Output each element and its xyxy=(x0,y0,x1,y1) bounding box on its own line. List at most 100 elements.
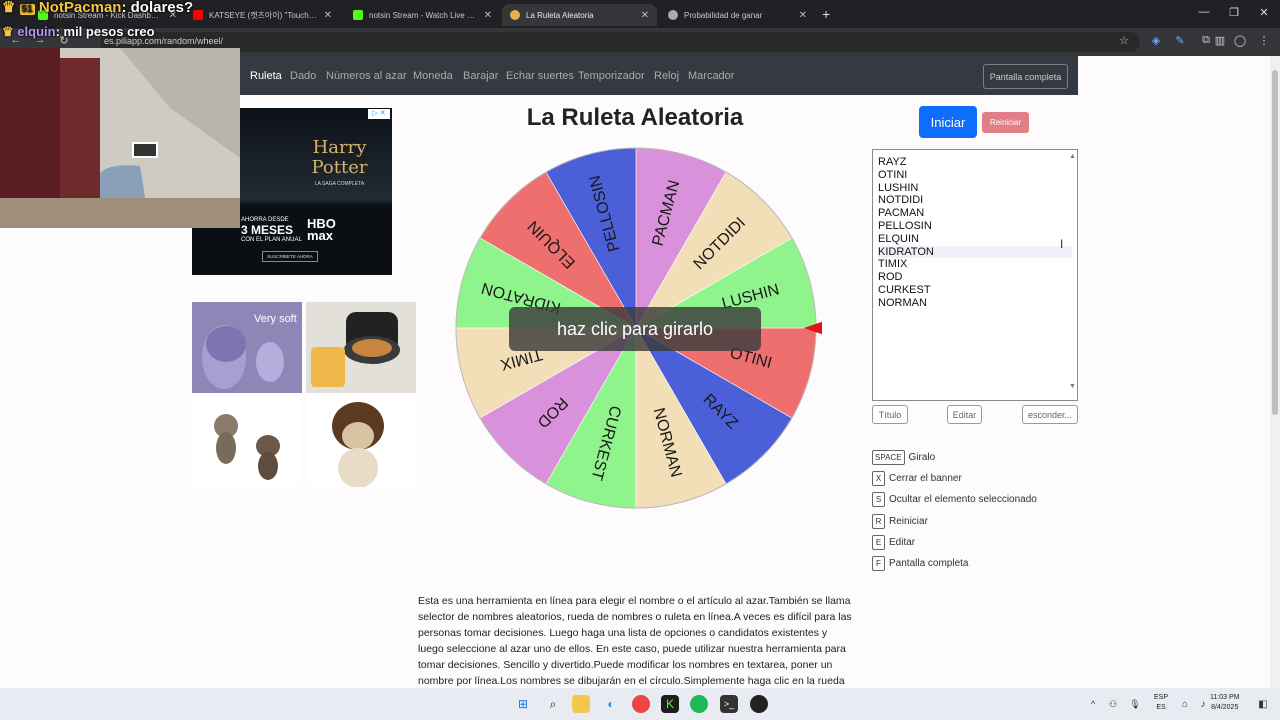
start-button[interactable]: Iniciar xyxy=(919,106,977,138)
input-language[interactable]: ESP ES xyxy=(1154,693,1168,713)
shortcut-s: S Ocultar el elemento seleccionado xyxy=(872,492,1037,507)
ad-cta-button[interactable]: SUSCRÍBETE AHORA xyxy=(262,251,318,262)
key-badge: R xyxy=(872,514,885,529)
page-scrollbar[interactable] xyxy=(1270,56,1280,688)
ad-choices-icon[interactable]: ▷ ✕ xyxy=(368,109,390,119)
nav-item-marcador[interactable]: Marcador xyxy=(688,70,734,82)
name-line: KIDRATON xyxy=(878,245,1072,259)
scrollbar-thumb[interactable] xyxy=(1272,70,1278,415)
restore-icon[interactable]: ❐ xyxy=(1224,6,1244,19)
fullscreen-button[interactable]: Pantalla completa xyxy=(983,64,1068,89)
shortcut-e: E Editar xyxy=(872,535,915,550)
close-icon[interactable]: ✕ xyxy=(324,10,332,21)
names-textarea[interactable]: RAYZ OTINI LUSHIN NOTDIDI PACMAN PELLOSI… xyxy=(872,149,1078,401)
kick-app-icon[interactable]: K xyxy=(661,695,679,713)
ad-tile-air-fryer[interactable] xyxy=(306,302,416,393)
key-badge: X xyxy=(872,471,885,486)
tray-chevron-icon[interactable]: ^ xyxy=(1084,695,1102,713)
address-bar[interactable]: es.piliapp.com/random/wheel/ xyxy=(100,32,1140,52)
edit-button[interactable]: Editar xyxy=(947,405,982,424)
shortcut-f: F Pantalla completa xyxy=(872,556,969,571)
tab-ruleta[interactable]: La Ruleta Aleatoria ✕ xyxy=(502,4,657,26)
nav-item-barajar[interactable]: Barajar xyxy=(463,70,498,82)
edge-icon[interactable]: ◐ xyxy=(602,695,620,713)
name-line: NORMAN xyxy=(878,296,927,309)
scroll-down-icon[interactable]: ▼ xyxy=(1069,381,1076,394)
ad-offer: AHORRA DESDE 3 MESES CON EL PLAN ANUAL xyxy=(241,216,305,244)
minimize-icon[interactable]: — xyxy=(1194,6,1214,18)
shortcut-label: Ocultar el elemento seleccionado xyxy=(889,494,1037,505)
ad-offer-big: 3 MESES xyxy=(241,223,294,237)
reset-button[interactable]: Reiniciar xyxy=(982,112,1029,133)
shortcut-label: Pantalla completa xyxy=(889,558,969,569)
tray-app-icon[interactable]: ⚇ xyxy=(1104,695,1122,713)
chat-text: dolares? xyxy=(130,0,194,16)
microphone-icon[interactable]: 🎙 xyxy=(1126,695,1144,713)
tab-label: KATSEYE (캣츠아이) "Touch" Official xyxy=(209,10,318,20)
ad-offer-suffix: CON EL PLAN ANUAL xyxy=(241,237,302,243)
name-line: CURKEST xyxy=(878,283,931,296)
clock[interactable]: 11:03 PM 8/4/2025 xyxy=(1210,693,1239,713)
tab-katseye[interactable]: KATSEYE (캣츠아이) "Touch" Official ✕ xyxy=(185,4,340,26)
chrome-icon[interactable] xyxy=(632,695,650,713)
kick-favicon-icon xyxy=(353,10,363,20)
spin-prompt-banner[interactable]: haz clic para girarlo xyxy=(509,307,761,351)
spotify-icon[interactable] xyxy=(690,695,708,713)
hide-button[interactable]: esconder... xyxy=(1022,405,1078,424)
close-icon[interactable]: ✕ xyxy=(799,10,807,21)
name-line: RAYZ xyxy=(878,156,907,168)
ad-tile-dancing-cats[interactable] xyxy=(192,396,302,487)
tab-probabilidad[interactable]: Probabilidad de ganar ✕ xyxy=(660,4,815,26)
terminal-icon[interactable]: >_ xyxy=(720,695,738,713)
file-explorer-icon[interactable] xyxy=(572,695,590,713)
nav-item-reloj[interactable]: Reloj xyxy=(654,70,679,82)
bookmark-star-icon[interactable]: ☆ xyxy=(1116,34,1132,47)
nav-item-ruleta[interactable]: Ruleta xyxy=(250,70,282,82)
name-line: PELLOSIN xyxy=(878,219,932,232)
name-line: ELQUIN xyxy=(878,232,919,245)
crown-icon: ♛ xyxy=(2,0,16,16)
tab-kick-watch[interactable]: notsin Stream - Watch Live on Kick ✕ xyxy=(345,4,500,26)
nav-item-moneda[interactable]: Moneda xyxy=(413,70,453,82)
tab-label: La Ruleta Aleatoria xyxy=(526,10,594,20)
nav-item-numeros[interactable]: Números al azar xyxy=(326,70,407,82)
clock-date: 8/4/2025 xyxy=(1211,704,1239,711)
network-icon[interactable]: ⌂ xyxy=(1176,695,1194,713)
windows-taskbar: ⊞ ⌕ ◐ K >_ ^ ⚇ 🎙 ESP ES ⌂ ♪ 11:03 PM 8/4… xyxy=(0,688,1280,720)
profile-icon[interactable]: ◯ xyxy=(1232,34,1248,47)
notification-icon[interactable]: ◧ xyxy=(1254,695,1272,713)
key-badge: E xyxy=(872,535,885,550)
close-window-icon[interactable]: ✕ xyxy=(1254,6,1274,19)
menu-icon[interactable]: ⋮ xyxy=(1256,34,1272,47)
cat-image-icon xyxy=(214,414,280,480)
clock-time: 11:03 PM xyxy=(1210,694,1240,701)
nav-item-temporizador[interactable]: Temporizador xyxy=(578,70,645,82)
shortcut-label: Cerrar el banner xyxy=(889,473,962,484)
obs-icon[interactable] xyxy=(750,695,768,713)
ad-tile-slippers[interactable]: Very soft xyxy=(192,302,302,393)
title-button[interactable]: Título xyxy=(872,405,908,424)
nav-item-echar-suertes[interactable]: Echar suertes xyxy=(506,70,574,82)
chat-message: ♛ elquin: mil pesos creo xyxy=(2,24,155,39)
name-line: TIMIX xyxy=(878,258,908,271)
chat-username: elquin xyxy=(17,24,56,39)
ad-tile-dog[interactable] xyxy=(306,396,416,487)
nav-item-dado[interactable]: Dado xyxy=(290,70,316,82)
split-view-icon[interactable]: ▥ xyxy=(1212,34,1228,47)
shortcut-r: R Reiniciar xyxy=(872,514,928,529)
new-tab-button[interactable]: + xyxy=(822,6,830,22)
lang-code: ESP xyxy=(1154,694,1169,701)
windows-start-icon[interactable]: ⊞ xyxy=(514,695,532,713)
ad-subtitle: LA SAGA COMPLETA xyxy=(314,181,365,187)
search-icon[interactable]: ⌕ xyxy=(544,695,562,713)
extension-icon[interactable]: ◈ xyxy=(1148,34,1164,47)
crown-icon: ♛ xyxy=(2,24,14,39)
top-nav: Ruleta Dado Números al azar Moneda Baraj… xyxy=(240,56,1078,95)
close-icon[interactable]: ✕ xyxy=(484,10,492,21)
close-icon[interactable]: ✕ xyxy=(641,10,649,21)
logo-line-2: max xyxy=(307,228,334,243)
translate-icon[interactable]: ✎ xyxy=(1172,34,1188,47)
scroll-up-icon[interactable]: ▲ xyxy=(1069,151,1076,164)
shortcut-label: Editar xyxy=(889,537,916,548)
page-title: La Ruleta Aleatoria xyxy=(526,104,744,131)
